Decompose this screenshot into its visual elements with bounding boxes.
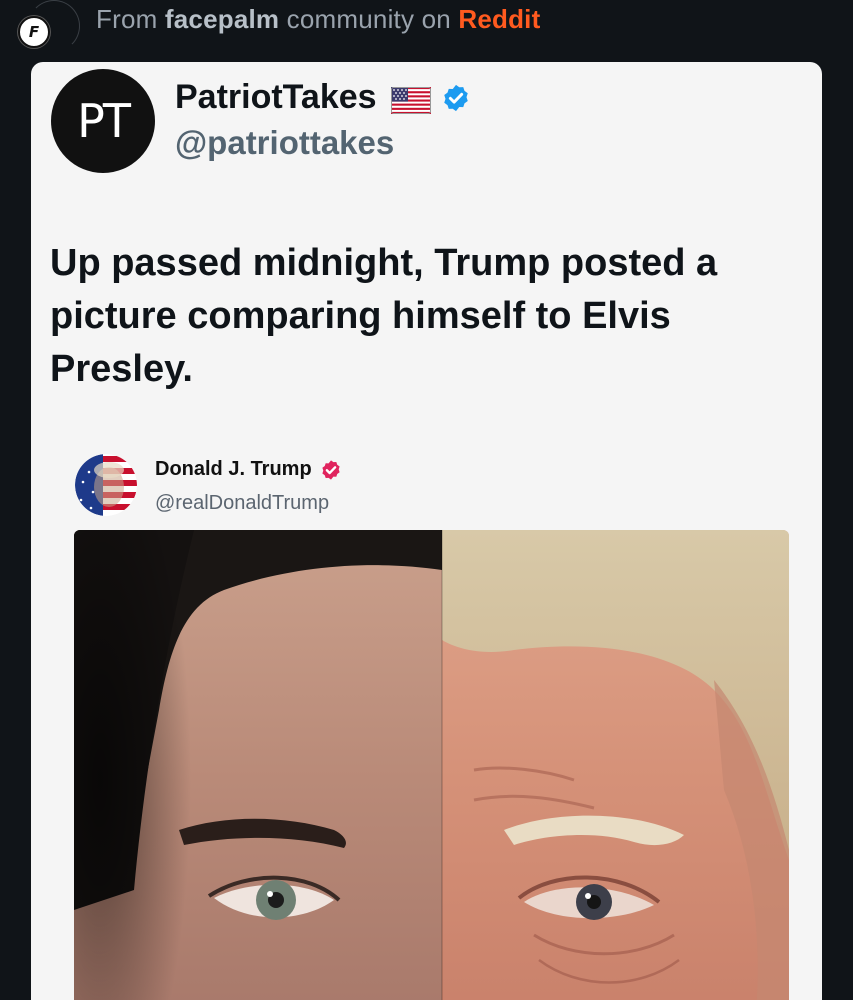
tweet-author-name[interactable]: PatriotTakes [175, 78, 377, 117]
tweet-author-name-row: PatriotTakes [175, 78, 471, 117]
embedded-avatar[interactable] [75, 454, 137, 516]
community-logo-letter: F [28, 23, 40, 41]
split-face-photo[interactable] [74, 530, 789, 1000]
source-line: From facepalm community on Reddit [96, 4, 540, 35]
verified-badge-icon [320, 459, 342, 481]
verified-badge-icon [441, 83, 471, 113]
reddit-crosspost-view: F From facepalm community on Reddit PT P… [0, 0, 853, 1000]
embedded-author-name-row: Donald J. Trump [155, 458, 342, 481]
source-middle: community on [286, 4, 451, 34]
tweet-text: Up passed midnight, Trump posted a pictu… [50, 242, 718, 390]
avatar[interactable]: PT [51, 69, 155, 173]
platform-link[interactable]: Reddit [458, 4, 540, 34]
avatar-initials: PT [77, 94, 131, 148]
source-prefix: From [96, 4, 158, 34]
source-bar: F From facepalm community on Reddit [0, 0, 853, 52]
community-link[interactable]: facepalm [165, 4, 279, 34]
tweet-card: PT PatriotTakes @patriottakes Up passed … [31, 62, 822, 1000]
embedded-author-handle[interactable]: @realDonaldTrump [155, 492, 329, 515]
us-flag-icon [390, 84, 431, 114]
embedded-author-name[interactable]: Donald J. Trump [155, 458, 312, 481]
community-logo-icon[interactable]: F [18, 16, 50, 48]
tweet-author-handle[interactable]: @patriottakes [175, 124, 394, 162]
